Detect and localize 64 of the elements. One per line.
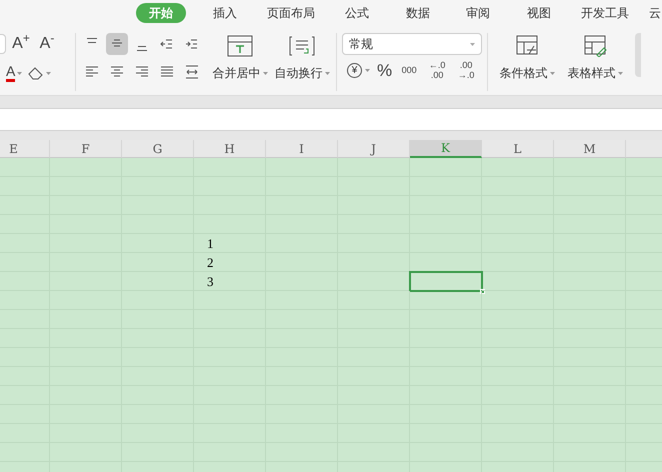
ribbon-tab[interactable]: 数据 [388,2,448,22]
table-cell[interactable]: 3 [194,272,266,291]
conditional-format-button[interactable]: 条件格式 [493,33,561,89]
ribbon-scroll-panel [635,33,641,77]
table-not-equal-icon [514,35,540,57]
ribbon-tab[interactable]: 视图 [508,2,570,22]
merge-cells-icon [227,35,253,57]
table-cell[interactable] [122,158,194,177]
column-header[interactable]: M [554,140,626,158]
column-header[interactable]: F [50,140,122,158]
column-header[interactable]: L [482,140,554,158]
caret-icon [618,72,622,74]
decrease-font-size-button[interactable]: A$^{-}$ [36,33,58,55]
align-bottom-icon [137,46,147,50]
caret-icon [46,72,52,74]
ribbon-tab[interactable]: 审阅 [448,2,508,22]
table-cell[interactable] [482,253,554,272]
font-color-button[interactable]: A [6,63,22,83]
distribute-icon [184,64,200,80]
align-middle-button[interactable] [106,33,128,55]
table-pencil-icon [582,35,608,57]
table-cell[interactable]: 1 [194,234,266,253]
align-top-icon [87,38,97,42]
wrap-text-icon [289,35,315,57]
table-cell[interactable] [410,158,482,177]
ribbon-tab[interactable]: 云 [640,2,662,22]
table-cell[interactable] [482,272,554,291]
ribbon-tab[interactable]: 插入 [194,2,256,22]
table-cell[interactable] [482,291,554,310]
caret-icon [470,42,475,46]
column-header[interactable]: G [122,140,194,158]
formula-bar[interactable] [0,108,662,131]
caret-icon [365,68,370,72]
eraser-icon [28,66,44,80]
caret-icon [324,72,330,74]
table-cell[interactable] [554,158,626,177]
table-cell[interactable] [50,158,122,177]
table-cell[interactable] [338,291,410,310]
table-cell[interactable] [266,158,338,177]
percent-button[interactable]: % [377,62,392,78]
caret-icon [550,72,554,74]
table-cell[interactable]: 2 [194,253,266,272]
table-cell[interactable] [194,158,266,177]
decrease-decimal-button[interactable]: .00 →.0 [455,60,478,80]
number-format-dropdown[interactable]: 常规 [342,33,482,55]
ribbon-tab[interactable]: 页面布局 [256,2,326,22]
table-cell[interactable] [410,291,482,310]
table-style-button[interactable]: 表格样式 [561,33,629,89]
column-header[interactable]: E [0,140,50,158]
ribbon-tab[interactable]: 公式 [326,2,388,22]
column-header[interactable]: H [194,140,266,158]
ribbon-tab[interactable]: 开发工具 [570,2,640,22]
column-header[interactable]: I [266,140,338,158]
table-cell[interactable] [338,158,410,177]
merge-center-button[interactable]: 合并居中 [207,33,273,89]
increase-font-size-button[interactable]: A$^{+}$ [10,33,32,55]
increase-decimal-button[interactable]: ←.0 .00 [426,60,448,80]
table-cell[interactable] [482,158,554,177]
wrap-text-button[interactable]: 自动换行 [273,33,331,89]
table-cell[interactable] [338,253,410,272]
font-size-dropdown[interactable] [0,34,6,54]
thousands-separator-button[interactable]: 000 [399,66,420,74]
caret-icon [262,72,268,74]
caret-icon [17,72,22,74]
